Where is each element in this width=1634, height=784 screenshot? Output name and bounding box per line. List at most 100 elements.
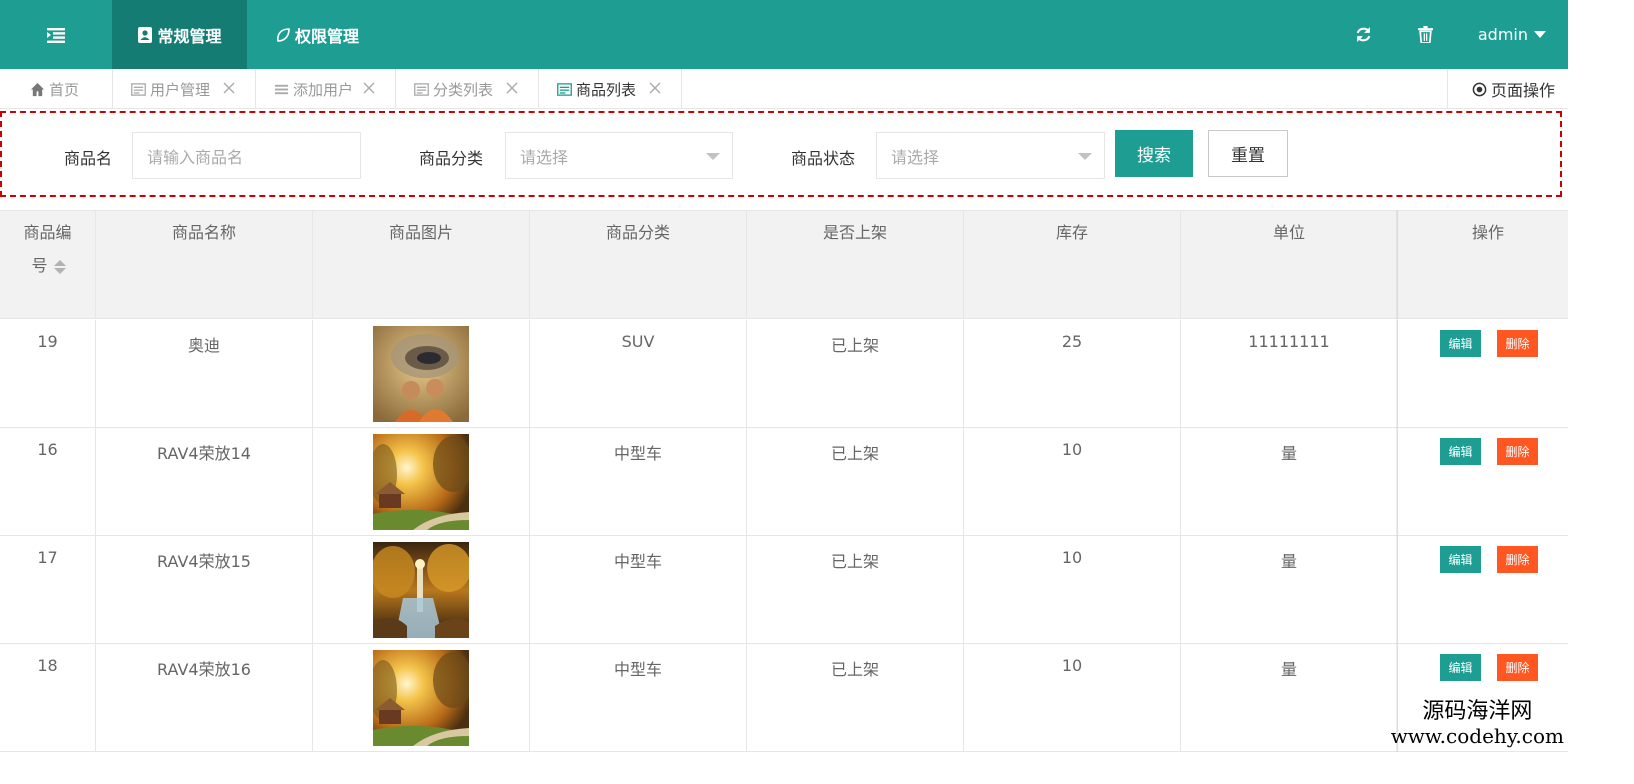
- cell-status: 已上架: [747, 320, 964, 428]
- watermark: 源码海洋网 www.codehy.com: [1390, 699, 1564, 749]
- page-op-label: 页面操作: [1491, 81, 1556, 100]
- cell-image: [313, 428, 530, 536]
- cell-id: 16: [0, 428, 96, 536]
- watermark-line2: www.codehy.com: [1390, 724, 1564, 748]
- list-card-icon: [131, 82, 146, 97]
- delete-button[interactable]: 删除: [1497, 546, 1538, 573]
- cell-name: RAV4荣放16: [96, 644, 313, 752]
- status-select[interactable]: 请选择: [876, 132, 1105, 179]
- product-image-monks[interactable]: [373, 326, 469, 422]
- tab-product-list[interactable]: 商品列表: [539, 69, 682, 109]
- cell-name: RAV4荣放15: [96, 536, 313, 644]
- cell-category: 中型车: [530, 644, 747, 752]
- cell-id: 19: [0, 320, 96, 428]
- tab-label: 商品列表: [576, 80, 637, 99]
- status-label: 商品状态: [791, 149, 856, 168]
- reset-button[interactable]: 重置: [1208, 130, 1288, 177]
- tab-label: 首页: [49, 80, 80, 99]
- header-tab-label: 常规管理: [157, 26, 222, 46]
- user-menu[interactable]: admin: [1478, 0, 1546, 69]
- delete-button[interactable]: 删除: [1497, 654, 1538, 681]
- list-card-icon: [414, 82, 429, 97]
- clear-cache-button[interactable]: [1405, 0, 1445, 69]
- column-header-unit: 单位: [1181, 211, 1398, 319]
- tab-label: 分类列表: [433, 80, 494, 99]
- product-name-label: 商品名: [64, 149, 113, 168]
- category-label: 商品分类: [419, 149, 484, 168]
- table-row: 17 RAV4荣放15 中型车 已上架 10 量 编辑 删除: [0, 536, 1568, 644]
- column-header-id-line1: 商品编: [23, 223, 72, 242]
- table-row: 16 RAV4荣放14 中型车 已上架 10 量 编辑 删除: [0, 428, 1568, 536]
- edit-button[interactable]: 编辑: [1440, 438, 1481, 465]
- table-row: 19 奥迪 SUV 已上架 25 11111111 编辑 删除: [0, 320, 1568, 428]
- cell-id: 18: [0, 644, 96, 752]
- edit-button[interactable]: 编辑: [1440, 654, 1481, 681]
- dot-circle-icon: [1472, 82, 1487, 96]
- tab-label: 添加用户: [293, 80, 354, 99]
- cell-category: 中型车: [530, 536, 747, 644]
- close-icon[interactable]: [506, 82, 518, 94]
- cell-image: [313, 536, 530, 644]
- search-button[interactable]: 搜索: [1115, 130, 1193, 177]
- tab-home[interactable]: 首页: [0, 69, 113, 109]
- leaf-icon: [275, 27, 291, 43]
- cell-unit: 量: [1181, 536, 1398, 644]
- tab-user-management[interactable]: 用户管理: [113, 69, 256, 109]
- cell-id: 17: [0, 536, 96, 644]
- page-tabs-bar: 首页 用户管理 添加用户 分类列表 商品列表 页面操作: [0, 69, 1568, 109]
- cell-unit: 11111111: [1181, 320, 1398, 428]
- search-form: 商品名 请输入商品名 商品分类 请选择 商品状态 请选择: [0, 111, 1562, 197]
- header-tab-regular-management[interactable]: 常规管理: [112, 0, 247, 69]
- refresh-button[interactable]: [1343, 0, 1383, 69]
- product-name-input[interactable]: 请输入商品名: [132, 132, 361, 179]
- tab-category-list[interactable]: 分类列表: [396, 69, 539, 109]
- cell-image: [313, 644, 530, 752]
- close-icon[interactable]: [649, 82, 661, 94]
- cell-stock: 10: [964, 644, 1181, 752]
- list-card-icon: [557, 82, 572, 97]
- edit-button[interactable]: 编辑: [1440, 546, 1481, 573]
- product-image-autumn-cottage[interactable]: [373, 650, 469, 746]
- tab-add-user[interactable]: 添加用户: [256, 69, 396, 109]
- menu-toggle-button[interactable]: [0, 0, 112, 69]
- column-header-name: 商品名称: [96, 211, 313, 319]
- column-header-stock: 库存: [964, 211, 1181, 319]
- address-card-icon: [137, 26, 153, 43]
- cell-unit: 量: [1181, 644, 1398, 752]
- cell-actions: 编辑 删除: [1398, 536, 1568, 644]
- username: admin: [1477, 25, 1528, 44]
- column-header-id[interactable]: 商品编 号: [0, 211, 96, 319]
- cell-image: [313, 320, 530, 428]
- watermark-line1: 源码海洋网: [1422, 699, 1533, 724]
- product-image-autumn-cottage[interactable]: [373, 434, 469, 530]
- column-header-status: 是否上架: [747, 211, 964, 319]
- edit-button[interactable]: 编辑: [1440, 330, 1481, 357]
- home-icon: [30, 82, 45, 97]
- tab-label: 用户管理: [150, 80, 211, 99]
- cell-status: 已上架: [747, 428, 964, 536]
- chevron-down-icon: [1078, 153, 1092, 160]
- chevron-down-icon: [706, 153, 720, 160]
- product-image-forest-waterfall[interactable]: [373, 542, 469, 638]
- cell-status: 已上架: [747, 644, 964, 752]
- page-operations-dropdown[interactable]: 页面操作: [1447, 69, 1568, 109]
- cell-unit: 量: [1181, 428, 1398, 536]
- header-tab-permission-management[interactable]: 权限管理: [262, 0, 372, 69]
- cell-status: 已上架: [747, 536, 964, 644]
- sort-icon[interactable]: [53, 259, 66, 274]
- delete-button[interactable]: 删除: [1497, 438, 1538, 465]
- cell-actions: 编辑 删除: [1398, 320, 1568, 428]
- table-row: 18 RAV4荣放16 中型车 已上架 10 量 编辑 删除: [0, 644, 1568, 752]
- close-icon[interactable]: [223, 82, 235, 94]
- category-select-value: 请选择: [520, 147, 569, 167]
- column-header-category: 商品分类: [530, 211, 747, 319]
- cell-stock: 25: [964, 320, 1181, 428]
- header-tab-label: 权限管理: [294, 26, 359, 46]
- close-icon[interactable]: [363, 82, 375, 94]
- refresh-icon: [1356, 27, 1370, 42]
- trash-icon: [1417, 26, 1433, 43]
- cell-category: SUV: [530, 320, 747, 428]
- delete-button[interactable]: 删除: [1497, 330, 1538, 357]
- category-select[interactable]: 请选择: [505, 132, 733, 179]
- cell-name: 奥迪: [96, 320, 313, 428]
